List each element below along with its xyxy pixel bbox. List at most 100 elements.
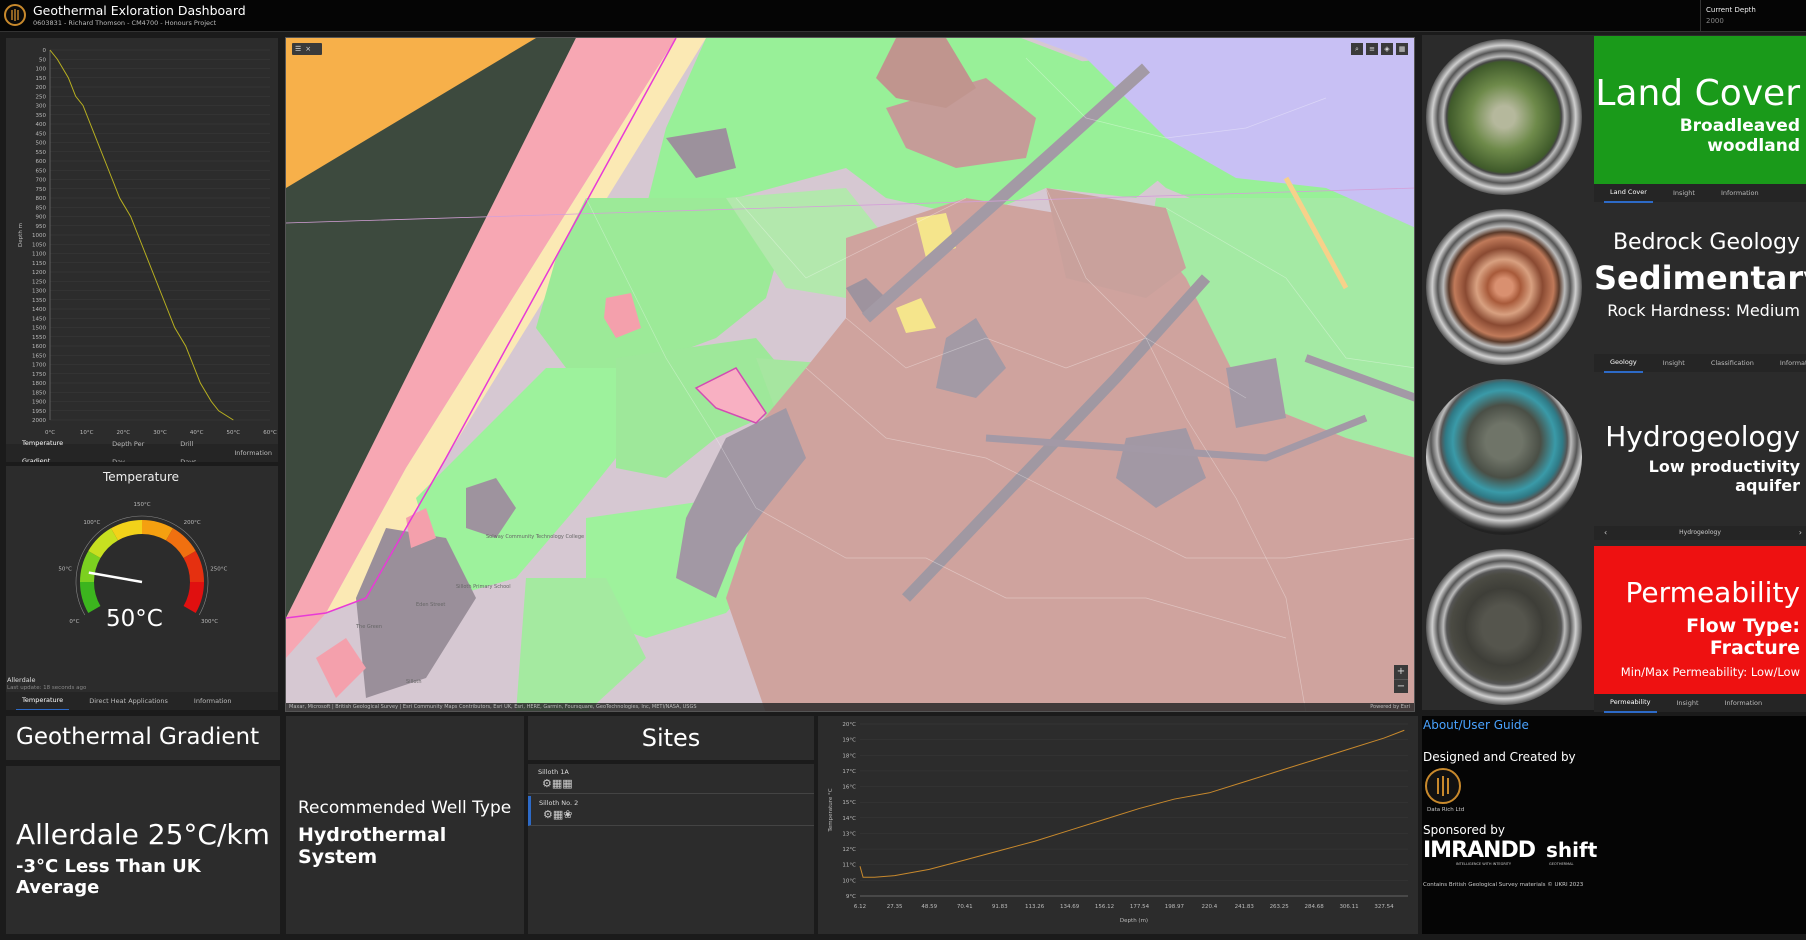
- y-tick-label: 800: [36, 196, 47, 202]
- tab-temperature-gradient[interactable]: Temperature Gradient: [16, 434, 92, 462]
- hydrogeology-title: Hydrogeology: [1605, 420, 1800, 453]
- y-tick-label: 15°C: [842, 800, 856, 806]
- tab-temperature[interactable]: Temperature: [16, 691, 70, 710]
- y-tick-label: 11°C: [842, 863, 856, 869]
- tab-geology[interactable]: Geology: [1604, 353, 1643, 373]
- y-tick-label: 850: [36, 205, 47, 211]
- site-item[interactable]: Silloth No. 2 ⚙▦❀: [528, 796, 814, 826]
- temperature-tabs: Temperature Direct Heat Applications Inf…: [6, 692, 278, 710]
- land-cover-tabs: Land Cover Insight Information: [1594, 183, 1806, 203]
- y-tick-label: 750: [36, 187, 47, 193]
- list-icon[interactable]: ≡: [1366, 43, 1378, 55]
- y-tick-label: 200: [36, 85, 47, 91]
- y-tick-label: 9°C: [846, 894, 856, 900]
- x-axis-label: Depth (m): [1120, 918, 1148, 924]
- about-link[interactable]: About/User Guide: [1423, 718, 1529, 732]
- x-tick-label: 134.69: [1060, 904, 1080, 910]
- tab-permeability-information[interactable]: Information: [1719, 694, 1769, 712]
- location-label: Allerdale: [7, 676, 36, 684]
- tab-geology-information[interactable]: Information: [1774, 354, 1806, 372]
- map-label-street: Eden Street: [416, 602, 445, 608]
- bedrock-box: Bedrock Geology Sedimentary Rock Hardnes…: [1594, 206, 1806, 354]
- tab-land-information[interactable]: Information: [1715, 184, 1765, 202]
- tab-information[interactable]: Information: [228, 444, 278, 462]
- y-tick-label: 950: [36, 224, 47, 230]
- app-subtitle: 0603831 - Richard Thomson - CM4700 - Hon…: [33, 19, 217, 27]
- y-tick-label: 20°C: [842, 722, 856, 728]
- land-cover-value: Broadleaved woodland: [1679, 116, 1800, 156]
- tab-permeability[interactable]: Permeability: [1604, 693, 1657, 713]
- site-item[interactable]: Silloth 1A ⚙▦▦: [528, 764, 814, 794]
- x-tick-label: 306.11: [1339, 904, 1358, 910]
- x-tick-label: 327.54: [1374, 904, 1394, 910]
- permeability-minmax: Min/Max Permeability: Low/Low: [1620, 665, 1800, 679]
- temperature-gauge: 0°C 50°C 100°C 150°C 200°C 250°C 300°C: [58, 502, 227, 625]
- imrandd-tagline: INTELLIGENCE WITH INTEGRITY: [1456, 862, 1512, 866]
- gauge-tick-label: 50°C: [58, 566, 72, 572]
- map-label-primary: Silloth Primary School: [456, 584, 511, 590]
- tab-depth-per-day[interactable]: Depth Per Day: [106, 435, 160, 462]
- y-tick-label: 1450: [32, 316, 46, 322]
- map-layer-toggle-button[interactable]: ☰ ×: [292, 43, 322, 55]
- temperature-title: Temperature: [102, 470, 179, 484]
- gauge-tick-label: 300°C: [201, 619, 218, 625]
- tab-geology-insight[interactable]: Insight: [1657, 354, 1691, 372]
- tab-land-insight[interactable]: Insight: [1667, 184, 1701, 202]
- y-tick-label: 450: [36, 131, 47, 137]
- permeability-title: Permeability: [1625, 576, 1800, 609]
- powered-by[interactable]: Powered by Esri: [1370, 703, 1410, 711]
- map-label-school: Solway Community Technology College: [486, 534, 584, 540]
- x-tick-label: 60°C: [263, 430, 277, 436]
- imrandd-logo: IMRANDD: [1423, 838, 1536, 863]
- map-attribution: Maxar, Microsoft | British Geological Su…: [286, 703, 1414, 711]
- x-tick-label: 156.12: [1095, 904, 1114, 910]
- sites-title-panel: Sites: [528, 716, 814, 760]
- gauge-tick-label: 250°C: [210, 566, 227, 572]
- tab-direct-heat[interactable]: Direct Heat Applications: [83, 692, 174, 710]
- gauge-tick-label: 150°C: [133, 502, 150, 508]
- y-tick-label: 1400: [32, 307, 46, 313]
- gauge-tick-label: 0°C: [69, 619, 79, 625]
- temperature-panel: Temperature 0°C 50°C 100°C 150°C 200°C 250°C 3…: [6, 466, 278, 710]
- y-tick-label: 1150: [32, 261, 46, 267]
- hydrogeology-box: Hydrogeology Low productivity aquifer: [1594, 376, 1806, 524]
- y-tick-label: 19°C: [842, 738, 856, 744]
- y-axis-label: Depth m: [18, 223, 24, 247]
- y-tick-label: 1550: [32, 335, 46, 341]
- y-tick-label: 300: [36, 104, 47, 110]
- land-cover-box: Land Cover Broadleaved woodland: [1594, 36, 1806, 184]
- tab-permeability-insight[interactable]: Insight: [1671, 694, 1705, 712]
- zoom-in-button[interactable]: +: [1394, 665, 1408, 679]
- bedrock-title: Bedrock Geology: [1612, 230, 1800, 255]
- y-tick-label: 1200: [32, 270, 46, 276]
- tab-drill-days[interactable]: Drill Days: [174, 435, 214, 462]
- y-tick-label: 1250: [32, 279, 46, 285]
- gradient-value: Allerdale 25°C/km: [16, 818, 270, 851]
- x-tick-label: 263.25: [1270, 904, 1290, 910]
- map-label-silloth: Silloth: [406, 679, 422, 685]
- y-tick-label: 1100: [32, 252, 46, 258]
- legend-icon: ☰: [295, 45, 302, 53]
- tab-classification[interactable]: Classification: [1705, 354, 1760, 372]
- app-title: Geothermal Exloration Dashboard: [33, 3, 246, 18]
- zoom-out-button[interactable]: −: [1394, 679, 1408, 693]
- search-icon[interactable]: ⌕: [1351, 43, 1363, 55]
- shift-logo: shift: [1546, 838, 1598, 862]
- next-arrow-icon[interactable]: ›: [1799, 528, 1802, 537]
- basemap-icon[interactable]: ▦: [1396, 43, 1408, 55]
- x-tick-label: 50°C: [227, 430, 241, 436]
- geology-map[interactable]: Solway Community Technology College Sill…: [285, 37, 1415, 712]
- temp-depth-chart-panel: 9°C 10°C 11°C 12°C 13°C 14°C 15°C 16°C 17°C 18°C 1…: [818, 716, 1418, 934]
- gauge-arc-segment: [80, 582, 101, 613]
- y-tick-label: 650: [36, 168, 47, 174]
- map-canvas[interactable]: Solway Community Technology College Sill…: [286, 38, 1415, 712]
- hydrogeology-image: [1426, 379, 1582, 535]
- well-type-label: Recommended Well Type: [298, 798, 512, 818]
- layers-icon[interactable]: ◈: [1381, 43, 1393, 55]
- sponsored-by-label: Sponsored by: [1423, 823, 1505, 837]
- site-name: Silloth No. 2: [539, 799, 579, 807]
- tab-temp-information[interactable]: Information: [188, 692, 238, 710]
- x-tick-label: 284.68: [1305, 904, 1325, 910]
- hydrogeology-nav: ‹ Hydrogeology ›: [1594, 526, 1806, 540]
- tab-land-cover[interactable]: Land Cover: [1604, 183, 1653, 203]
